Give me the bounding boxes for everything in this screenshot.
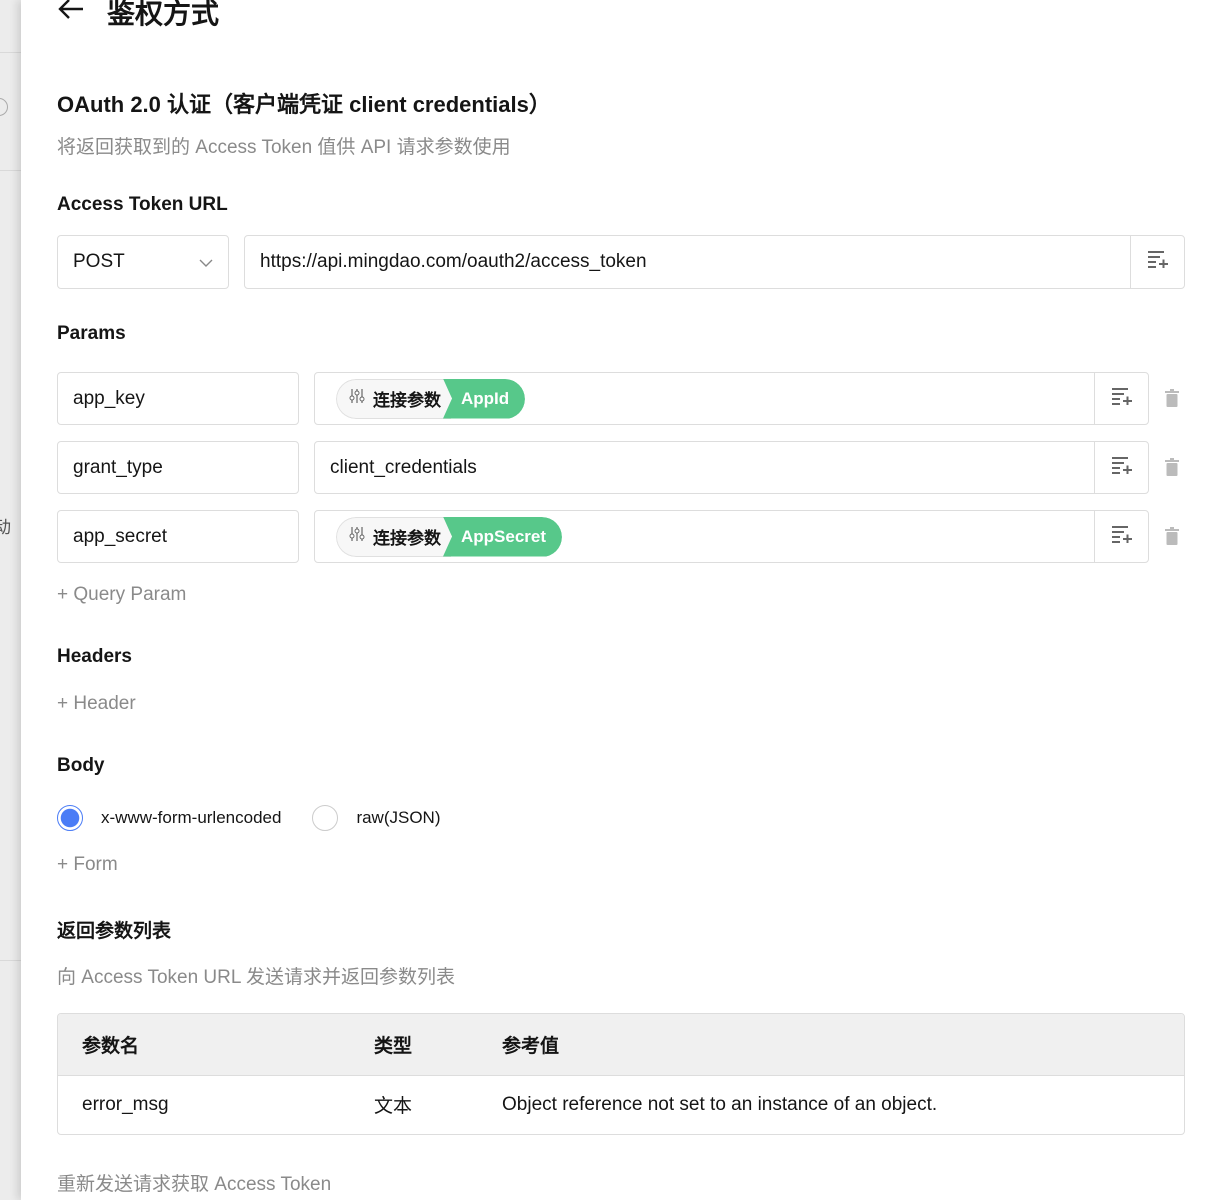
param-value-input[interactable]: 连接参数 AppSecret [314, 510, 1149, 563]
param-value: client_credentials [330, 456, 477, 478]
connection-param-chip[interactable]: 连接参数 AppSecret [336, 516, 563, 557]
delete-param-button[interactable] [1162, 527, 1182, 550]
param-key: app_key [73, 387, 145, 409]
delete-param-button[interactable] [1162, 389, 1182, 412]
param-key: app_secret [73, 525, 168, 547]
trash-icon [1165, 527, 1179, 550]
table-row: error_msg 文本 Object reference not set to… [58, 1075, 1184, 1134]
radio-x-www-form-urlencoded[interactable] [57, 805, 83, 831]
background-page: 动 [0, 0, 21, 1200]
insert-param-button[interactable] [1130, 236, 1184, 288]
response-description: 向 Access Token URL 发送请求并返回参数列表 [57, 967, 456, 988]
list-add-icon [1111, 525, 1133, 549]
insert-param-button[interactable] [1094, 442, 1148, 493]
column-header: 类型 [374, 1014, 502, 1076]
radio-raw-json[interactable] [312, 805, 339, 831]
table-header: 参数名 类型 参考值 [58, 1014, 1184, 1076]
token-url-input[interactable]: https://api.mingdao.com/oauth2/access_to… [244, 235, 1185, 289]
delete-param-button[interactable] [1162, 458, 1182, 481]
param-key-input[interactable]: grant_type [57, 441, 299, 494]
chip-value: AppId [443, 378, 526, 419]
body-type-radio-group: x-www-form-urlencoded raw(JSON) [57, 805, 441, 831]
arrow-left-icon[interactable] [57, 0, 85, 28]
divider [0, 960, 21, 961]
chip-label: 连接参数 [373, 391, 441, 410]
column-header: 参数名 [58, 1014, 374, 1076]
circle-icon [0, 98, 8, 116]
insert-param-button[interactable] [1094, 511, 1148, 562]
radio-label: raw(JSON) [356, 808, 441, 827]
list-add-icon [1111, 456, 1133, 480]
sliders-icon [349, 526, 365, 547]
params-label: Params [57, 323, 126, 344]
param-value: Object reference not set to an instance … [502, 1093, 938, 1115]
divider [0, 52, 21, 53]
page-title: 鉴权方式 [107, 0, 220, 29]
column-header: 参考值 [502, 1014, 1184, 1076]
param-key-input[interactable]: app_secret [57, 510, 299, 563]
page-header: 鉴权方式 [57, 0, 219, 32]
auth-description: 将返回获取到的 Access Token 值供 API 请求参数使用 [57, 137, 511, 158]
trash-icon [1165, 458, 1179, 481]
background-text: 动 [0, 518, 11, 537]
param-key: grant_type [73, 456, 163, 478]
auth-title: OAuth 2.0 认证（客户端凭证 client credentials） [57, 92, 551, 117]
divider [0, 170, 21, 171]
headers-label: Headers [57, 646, 132, 667]
add-header-button[interactable]: + Header [57, 693, 136, 715]
method-select[interactable]: POST [57, 235, 229, 289]
add-query-param-button[interactable]: + Query Param [57, 584, 186, 606]
resend-request-link[interactable]: 重新发送请求获取 Access Token [57, 1169, 331, 1196]
param-value-input[interactable]: 连接参数 AppId [314, 372, 1149, 425]
param-name: error_msg [82, 1093, 169, 1115]
add-form-button[interactable]: + Form [57, 854, 118, 876]
list-add-icon [1111, 387, 1133, 411]
chevron-down-icon [199, 251, 213, 273]
token-url-label: Access Token URL [57, 194, 228, 215]
param-type: 文本 [374, 1096, 413, 1118]
sliders-icon [349, 388, 365, 409]
response-label: 返回参数列表 [57, 921, 172, 942]
auth-settings-panel: 鉴权方式 OAuth 2.0 认证（客户端凭证 client credentia… [21, 0, 1211, 1200]
trash-icon [1165, 389, 1179, 412]
method-value: POST [73, 251, 125, 272]
chip-label: 连接参数 [373, 529, 441, 548]
radio-label: x-www-form-urlencoded [101, 808, 282, 827]
chip-value: AppSecret [443, 516, 563, 557]
token-url-value: https://api.mingdao.com/oauth2/access_to… [260, 251, 647, 272]
body-label: Body [57, 755, 105, 776]
list-add-icon [1147, 250, 1169, 274]
connection-param-chip[interactable]: 连接参数 AppId [336, 378, 526, 419]
param-value-input[interactable]: client_credentials [314, 441, 1149, 494]
insert-param-button[interactable] [1094, 373, 1148, 424]
param-key-input[interactable]: app_key [57, 372, 299, 425]
response-table: 参数名 类型 参考值 error_msg 文本 Object reference… [57, 1013, 1185, 1135]
